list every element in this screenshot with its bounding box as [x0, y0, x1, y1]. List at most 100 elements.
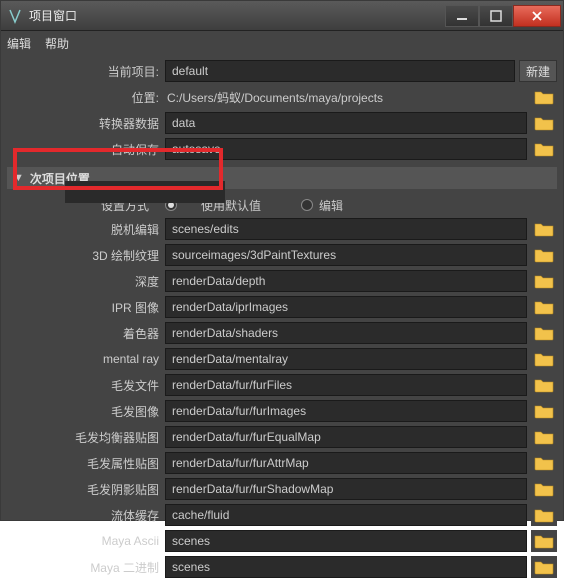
window-title: 项目窗口: [29, 7, 445, 24]
browse-button[interactable]: [531, 400, 557, 422]
path-row: Maya Ascii: [7, 529, 557, 553]
folder-icon: [534, 221, 554, 237]
current-project-input[interactable]: [165, 60, 515, 82]
path-input[interactable]: [165, 270, 527, 292]
path-label: 自动保存: [7, 141, 165, 158]
path-row: IPR 图像: [7, 295, 557, 319]
path-row: 毛发图像: [7, 399, 557, 423]
folder-icon: [534, 429, 554, 445]
path-input[interactable]: [165, 556, 527, 578]
folder-icon: [534, 455, 554, 471]
path-input[interactable]: [165, 296, 527, 318]
path-row: 转换器数据: [7, 111, 557, 135]
setting-mode-row: 设置方式 使用默认值 编辑: [7, 193, 557, 217]
path-label: 毛发图像: [7, 403, 165, 420]
menubar: 编辑 帮助: [1, 31, 563, 55]
maximize-button[interactable]: [479, 5, 513, 27]
path-label: 毛发属性贴图: [7, 455, 165, 472]
folder-icon: [534, 141, 554, 157]
path-input[interactable]: [165, 426, 527, 448]
path-label: 毛发文件: [7, 377, 165, 394]
folder-icon: [534, 377, 554, 393]
setting-mode-label: 设置方式: [101, 197, 149, 214]
section-title: 次项目位置: [30, 170, 90, 187]
current-project-label: 当前项目:: [7, 63, 165, 80]
path-label: 3D 绘制纹理: [7, 247, 165, 264]
folder-icon: [534, 481, 554, 497]
path-label: 转换器数据: [7, 115, 165, 132]
path-input[interactable]: [165, 218, 527, 240]
browse-button[interactable]: [531, 348, 557, 370]
browse-button[interactable]: [531, 218, 557, 240]
path-label: mental ray: [7, 352, 165, 366]
menu-edit[interactable]: 编辑: [7, 35, 31, 52]
radio-icon: [165, 199, 177, 211]
path-input[interactable]: [165, 348, 527, 370]
path-input[interactable]: [165, 400, 527, 422]
titlebar: 项目窗口: [1, 1, 563, 31]
path-label: 毛发均衡器贴图: [7, 429, 165, 446]
browse-button[interactable]: [531, 374, 557, 396]
folder-icon: [534, 507, 554, 523]
browse-button[interactable]: [531, 296, 557, 318]
radio-icon: [301, 199, 313, 211]
path-input[interactable]: [165, 452, 527, 474]
folder-icon: [534, 403, 554, 419]
path-label: IPR 图像: [7, 299, 165, 316]
folder-icon: [534, 115, 554, 131]
path-input[interactable]: [165, 322, 527, 344]
path-row: 自动保存: [7, 137, 557, 161]
browse-button[interactable]: [531, 478, 557, 500]
path-row: 3D 绘制纹理: [7, 243, 557, 267]
folder-icon: [534, 273, 554, 289]
location-row: 位置: C:/Users/蚂蚁/Documents/maya/projects: [7, 85, 557, 109]
path-input[interactable]: [165, 244, 527, 266]
window-controls: [445, 5, 561, 27]
path-input[interactable]: [165, 478, 527, 500]
path-input[interactable]: [165, 374, 527, 396]
close-button[interactable]: [513, 5, 561, 27]
path-row: 流体缓存: [7, 503, 557, 527]
path-input[interactable]: [165, 138, 527, 160]
browse-button[interactable]: [531, 556, 557, 578]
location-browse-button[interactable]: [531, 86, 557, 108]
browse-button[interactable]: [531, 138, 557, 160]
path-input[interactable]: [165, 530, 527, 552]
path-row: 深度: [7, 269, 557, 293]
radio-edit[interactable]: 编辑: [301, 197, 343, 214]
browse-button[interactable]: [531, 270, 557, 292]
folder-icon: [534, 247, 554, 263]
path-label: Maya 二进制: [7, 559, 165, 576]
app-icon: [7, 8, 23, 24]
folder-icon: [534, 559, 554, 575]
folder-icon: [534, 325, 554, 341]
path-label: 流体缓存: [7, 507, 165, 524]
browse-button[interactable]: [531, 112, 557, 134]
new-button[interactable]: 新建: [519, 60, 557, 82]
path-label: 脱机编辑: [7, 221, 165, 238]
browse-button[interactable]: [531, 322, 557, 344]
radio-default-label: 使用默认值: [201, 197, 261, 214]
location-value: C:/Users/蚂蚁/Documents/maya/projects: [165, 89, 527, 106]
radio-default[interactable]: 使用默认值: [165, 197, 261, 214]
path-row: 毛发属性贴图: [7, 451, 557, 475]
path-label: Maya Ascii: [7, 534, 165, 548]
path-label: 深度: [7, 273, 165, 290]
browse-button[interactable]: [531, 530, 557, 552]
browse-button[interactable]: [531, 244, 557, 266]
minimize-button[interactable]: [445, 5, 479, 27]
browse-button[interactable]: [531, 452, 557, 474]
content-area: 当前项目: 新建 位置: C:/Users/蚂蚁/Documents/maya/…: [1, 55, 563, 579]
path-row: Maya 二进制: [7, 555, 557, 579]
path-row: 毛发文件: [7, 373, 557, 397]
folder-icon: [534, 299, 554, 315]
path-input[interactable]: [165, 112, 527, 134]
menu-help[interactable]: 帮助: [45, 35, 69, 52]
path-row: 毛发阴影贴图: [7, 477, 557, 501]
project-window: 项目窗口 编辑 帮助 当前项目: 新建 位置: C:/Users/蚂蚁/Docu…: [0, 0, 564, 521]
current-project-row: 当前项目: 新建: [7, 59, 557, 83]
location-label: 位置:: [7, 89, 165, 106]
section-header-sublocations[interactable]: ▼ 次项目位置: [7, 167, 557, 189]
browse-button[interactable]: [531, 426, 557, 448]
folder-icon: [534, 533, 554, 549]
